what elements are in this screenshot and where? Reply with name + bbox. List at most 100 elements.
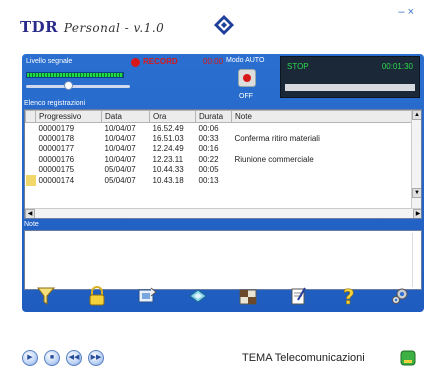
scroll-right-icon[interactable]: ▶	[413, 209, 421, 218]
window-controls[interactable]: – ×	[398, 6, 414, 18]
gain-slider-track[interactable]	[26, 85, 130, 88]
cell-durata: 00:05	[198, 165, 219, 175]
invia-button[interactable]: Invia	[125, 280, 169, 324]
note-button[interactable]: Note	[277, 280, 321, 324]
invia-label: Invia	[139, 315, 155, 322]
row-marker	[26, 123, 36, 134]
row-marker	[26, 165, 36, 176]
cell-durata: 00:13	[198, 175, 219, 185]
cell-data: 10/04/07	[104, 144, 136, 154]
scroll-left-icon[interactable]: ◀	[25, 209, 35, 218]
fast-forward-icon[interactable]: ▶▶	[88, 350, 104, 366]
disk-icon	[188, 289, 207, 303]
filtra-button[interactable]: Filtra	[24, 280, 68, 324]
stop-icon[interactable]: ■	[44, 350, 60, 366]
column-header-durata[interactable]: Durata	[195, 110, 232, 123]
column-header-progressivo[interactable]: Progressivo	[35, 110, 102, 123]
play-icon[interactable]: ▶	[22, 350, 38, 366]
cell-progressivo: 00000178	[38, 133, 75, 143]
cell-data: 10/04/07	[104, 154, 136, 164]
app-title: TDR Personal - v.1.0	[20, 18, 164, 36]
funnel-icon	[37, 287, 56, 305]
header-corner	[25, 110, 36, 123]
opzioni-label: Opzioni	[388, 315, 412, 322]
tema-logo-icon	[214, 15, 234, 35]
cell-progressivo: 00000176	[38, 154, 75, 164]
column-header-data[interactable]: Data	[101, 110, 150, 123]
records-grid: Progressivo Data Ora Durata Note 0000017…	[25, 110, 414, 186]
cell-note	[232, 165, 414, 176]
column-header-note[interactable]: Note	[231, 110, 414, 123]
help-icon: ?	[343, 285, 355, 310]
scroll-up-icon[interactable]: ▲	[412, 110, 421, 120]
company-name: TEMA Telecomunicazioni	[242, 352, 365, 364]
row-marker	[26, 154, 36, 165]
cell-durata: 00:33	[198, 133, 219, 143]
notes-scrollbar[interactable]	[412, 233, 420, 287]
mode-value: OFF	[239, 93, 253, 100]
cell-ora: 16.52.49	[152, 123, 184, 133]
opzioni-button[interactable]: Opzioni	[378, 280, 422, 324]
row-marker	[26, 133, 36, 144]
table-row[interactable]: 00000178 10/04/07 16.51.03 00:33 Conferm…	[26, 133, 414, 144]
cell-progressivo: 00000179	[38, 123, 75, 133]
record-label: RECORD	[143, 57, 178, 66]
action-toolbar: Filtra Proteggi Invia Esporta Archivio N…	[22, 280, 424, 324]
main-panel: Livello segnale RECORD 00:00 Modo AUTO O…	[22, 54, 424, 312]
table-row[interactable]: 00000177 10/04/07 12.24.49 00:16	[26, 144, 414, 155]
cell-progressivo: 00000174	[38, 175, 75, 185]
proteggi-button[interactable]: Proteggi	[75, 280, 119, 324]
cell-data: 10/04/07	[104, 123, 136, 133]
rewind-icon[interactable]: ◀◀	[66, 350, 82, 366]
cell-progressivo: 00000177	[38, 144, 75, 154]
record-button[interactable]	[238, 69, 256, 87]
note-label: Note	[291, 315, 307, 322]
archive-icon	[239, 289, 257, 305]
gain-slider-knob[interactable]	[64, 81, 73, 90]
table-vertical-scrollbar[interactable]: ▲ ▼	[411, 110, 421, 208]
status-display: STOP 00:01:30	[280, 56, 420, 98]
cell-note: Riunione commerciale	[234, 154, 314, 164]
cell-data: 10/04/07	[104, 133, 136, 143]
archivio-label: Archivio	[235, 315, 261, 322]
cell-note	[232, 123, 414, 134]
table-horizontal-scrollbar[interactable]: ◀ ▶	[25, 208, 421, 218]
cell-ora: 10.44.33	[152, 165, 184, 175]
cell-durata: 00:22	[198, 154, 219, 164]
column-header-ora[interactable]: Ora	[149, 110, 196, 123]
record-time: 00:00	[203, 57, 224, 66]
archivio-button[interactable]: Archivio	[226, 280, 270, 324]
cell-ora: 16.51.03	[152, 133, 184, 143]
records-title: Elenco registrazioni	[24, 100, 86, 107]
signal-label: Livello segnale	[26, 58, 73, 65]
table-row[interactable]: 00000175 05/04/07 10.44.33 00:05	[26, 165, 414, 176]
proteggi-label: Proteggi	[83, 315, 110, 322]
table-row[interactable]: 00000174 05/04/07 10.43.18 00:13	[25, 175, 414, 186]
table-row[interactable]: 00000179 10/04/07 16.52.49 00:06	[26, 123, 414, 134]
cell-data: 05/04/07	[104, 175, 136, 185]
app-title-area: TDR Personal - v.1.0	[20, 18, 164, 40]
records-table: Progressivo Data Ora Durata Note 0000017…	[24, 109, 422, 219]
status-time: 00:01:30	[381, 62, 413, 71]
cell-ora: 10.43.18	[152, 175, 184, 185]
send-icon	[138, 287, 157, 303]
guida-button[interactable]: ? Guida	[327, 280, 371, 324]
gear-icon	[391, 288, 408, 304]
tdr-corner-logo-icon	[400, 350, 416, 366]
app-window: TDR Personal - v.1.0 – × Livello segnale…	[6, 4, 424, 372]
svg-text:?: ?	[343, 286, 355, 306]
cell-ora: 12.24.49	[152, 144, 184, 154]
notepad-icon	[291, 287, 306, 305]
lock-icon	[89, 286, 105, 306]
app-title-version: Personal - v.1.0	[63, 21, 165, 35]
esporta-button[interactable]: Esporta	[176, 280, 220, 324]
guida-label: Guida	[340, 315, 359, 322]
record-indicator-icon	[131, 58, 140, 67]
cell-ora: 12.23.11	[152, 154, 184, 164]
scroll-down-icon[interactable]: ▼	[412, 188, 421, 198]
cell-data: 05/04/07	[104, 165, 136, 175]
row-marker-selected	[25, 175, 36, 186]
cell-durata: 00:16	[198, 144, 219, 154]
cell-note	[232, 144, 414, 155]
table-row[interactable]: 00000176 10/04/07 12.23.11 00:22 Riunion…	[26, 154, 414, 165]
